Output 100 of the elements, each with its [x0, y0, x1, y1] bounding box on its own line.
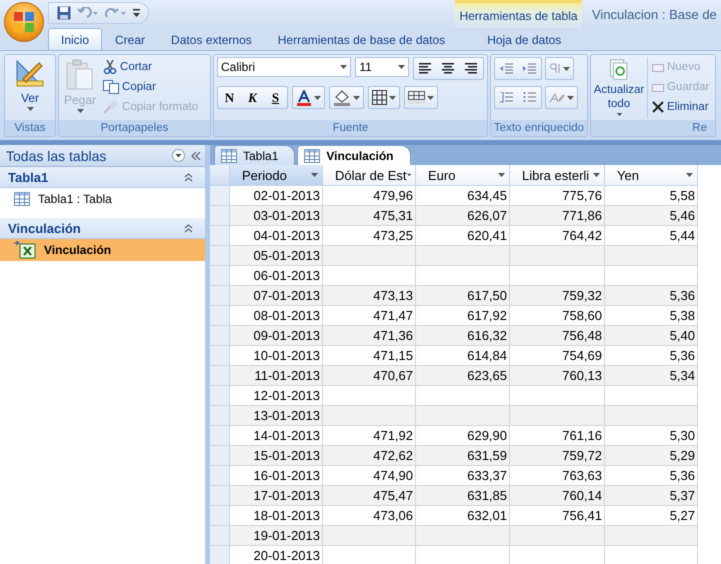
document-tab[interactable]: Vinculación [297, 145, 411, 165]
table-cell: 05-01-2013 [230, 246, 323, 266]
table-cell: 616,32 [416, 326, 510, 346]
new-record-icon [652, 62, 664, 72]
ribbon-tab[interactable]: Hoja de datos [474, 28, 574, 50]
format-button[interactable]: K [241, 87, 264, 108]
row-selector[interactable] [210, 366, 230, 386]
clipboard-icon [66, 59, 94, 91]
bulleted-list-icon [523, 92, 536, 103]
table-cell: 03-01-2013 [230, 206, 323, 226]
row-selector[interactable] [210, 306, 230, 326]
table-cell: 5,36 [605, 286, 698, 306]
dropdown-arrow-icon [398, 65, 405, 69]
copy-button[interactable]: Copiar [101, 77, 200, 97]
delete-record-button[interactable]: Eliminar [650, 97, 712, 117]
scissors-icon [103, 60, 118, 74]
outdent-icon [500, 63, 513, 74]
table-cell: 634,45 [416, 186, 510, 206]
row-selector[interactable] [210, 206, 230, 226]
dropdown-arrow-icon [498, 173, 505, 177]
view-button[interactable]: Ver [13, 57, 47, 118]
row-selector[interactable] [210, 326, 230, 346]
dropdown-arrow-icon [567, 96, 574, 100]
format-button[interactable]: N [218, 87, 241, 108]
row-selector[interactable] [210, 546, 230, 564]
row-selector[interactable] [210, 346, 230, 366]
dropdown-arrow-icon [340, 65, 348, 69]
table-cell: 473,13 [323, 286, 416, 306]
nav-group-header[interactable]: Tabla1 [0, 167, 205, 188]
row-selector[interactable] [210, 286, 230, 306]
ribbon-tab[interactable]: Inicio [48, 28, 102, 50]
column-header[interactable]: Yen [605, 165, 698, 186]
table-cell: 475,47 [323, 486, 416, 506]
row-selector[interactable] [210, 506, 230, 526]
nav-group-title: Vinculación [8, 220, 81, 236]
table-cell: 5,30 [605, 426, 698, 446]
row-selector[interactable] [210, 246, 230, 266]
dropdown-circle-icon[interactable] [172, 149, 185, 162]
table-icon [304, 148, 320, 162]
column-header[interactable]: Euro [416, 165, 510, 186]
table-cell: 5,36 [605, 466, 698, 486]
table-cell: 617,92 [416, 306, 510, 326]
row-selector[interactable] [210, 266, 230, 286]
window-title: Vinculacion : Base de [591, 7, 718, 24]
row-selector[interactable] [210, 186, 230, 206]
dropdown-arrow-icon [427, 96, 434, 100]
redo-icon[interactable] [105, 7, 127, 19]
column-header[interactable]: Dólar de Est [323, 165, 416, 186]
table-cell: 471,92 [323, 426, 416, 446]
table-cell: 629,90 [416, 426, 510, 446]
table-cell: 06-01-2013 [230, 266, 323, 286]
row-selector[interactable] [210, 526, 230, 546]
collapse-chevron-icon [184, 172, 193, 182]
cut-button[interactable]: Cortar [101, 57, 200, 77]
font-color-icon [296, 90, 312, 106]
align-left-icon [419, 63, 432, 74]
table-cell: 631,85 [416, 486, 510, 506]
row-selector[interactable] [210, 226, 230, 246]
column-header[interactable]: Libra esterli [510, 165, 605, 186]
ribbon-tab[interactable]: Datos externos [158, 28, 265, 50]
nav-item[interactable]: Vinculación [0, 239, 205, 261]
table-cell: 760,13 [510, 366, 605, 386]
row-selector[interactable] [210, 446, 230, 466]
table-cell: 11-01-2013 [230, 366, 323, 386]
refresh-all-button[interactable]: Actualizar todo [594, 57, 644, 118]
ribbon-tab[interactable]: Herramientas de base de datos [264, 28, 458, 50]
table-cell: 771,86 [510, 206, 605, 226]
table-cell: 631,59 [416, 446, 510, 466]
collapse-pane-icon[interactable] [191, 152, 201, 160]
row-selector[interactable] [210, 466, 230, 486]
format-button[interactable]: S [264, 87, 287, 108]
row-selector[interactable] [210, 386, 230, 406]
table-cell: 15-01-2013 [230, 446, 323, 466]
table-cell: 16-01-2013 [230, 466, 323, 486]
font-size-dropdown[interactable]: 11 [355, 57, 409, 77]
undo-icon[interactable] [77, 7, 99, 19]
table-cell: 617,50 [416, 286, 510, 306]
row-selector[interactable] [210, 406, 230, 426]
paintbrush-icon [103, 100, 120, 114]
row-selector[interactable] [210, 426, 230, 446]
table-cell: 5,40 [605, 326, 698, 346]
table-cell: 19-01-2013 [230, 526, 323, 546]
font-name-dropdown[interactable]: Calibri [217, 57, 352, 77]
table-cell: 5,38 [605, 306, 698, 326]
select-all-corner[interactable] [210, 165, 230, 186]
customize-toolbar-icon[interactable] [133, 9, 140, 17]
align-right-icon [465, 63, 478, 74]
table-cell: 756,41 [510, 506, 605, 526]
nav-group-title: Tabla1 [8, 170, 48, 184]
nav-group-header[interactable]: Vinculación [0, 218, 205, 239]
save-icon[interactable] [57, 6, 71, 20]
highlighter-icon [549, 92, 565, 104]
row-selector[interactable] [210, 486, 230, 506]
table-cell: 5,29 [605, 446, 698, 466]
table-cell: 764,42 [510, 226, 605, 246]
group-label: Vistas [5, 120, 55, 136]
document-tab[interactable]: Tabla1 [214, 145, 296, 165]
ribbon-tab[interactable]: Crear [102, 28, 158, 50]
column-header[interactable]: Periodo [230, 165, 323, 186]
table-cell: 472,62 [323, 446, 416, 466]
